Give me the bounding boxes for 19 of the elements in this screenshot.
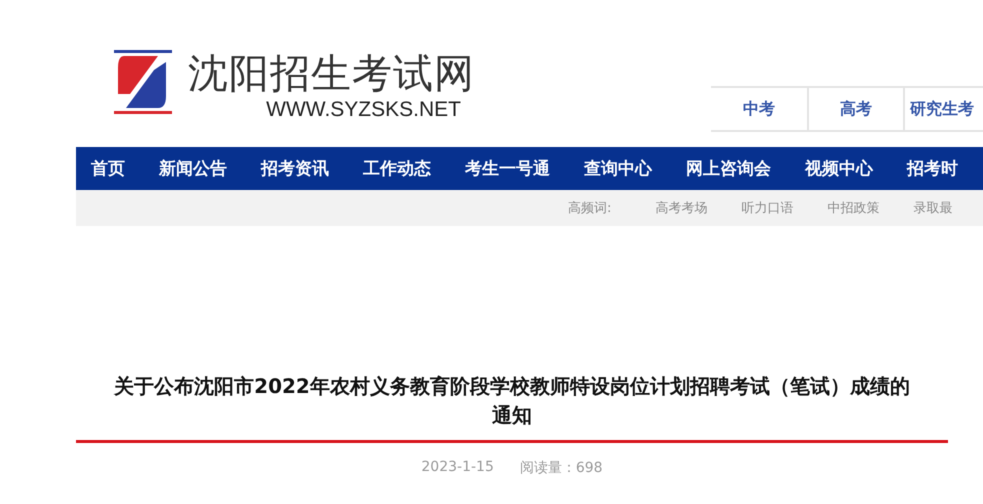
nav-item[interactable]: 考生一号通 — [465, 157, 550, 180]
top-tab[interactable]: 高考 — [807, 88, 903, 130]
nav-item[interactable]: 查询中心 — [584, 157, 652, 180]
article-date: 2023-1-15 — [421, 459, 494, 477]
nav-item[interactable]: 招考时 — [907, 157, 958, 180]
hot-words-label: 高频词: — [568, 200, 612, 217]
article-title: 关于公布沈阳市2022年农村义务教育阶段学校教师特设岗位计划招聘考试（笔试）成绩的通知 — [76, 372, 948, 443]
nav-item[interactable]: 新闻公告 — [159, 157, 227, 180]
view-count: 阅读量：698 — [520, 459, 603, 477]
logo-icon — [114, 50, 172, 114]
site-name: 沈阳招生考试网 — [188, 50, 475, 98]
nav-item[interactable]: 首页 — [91, 157, 125, 180]
site-url: WWW.SYZSKS.NET — [266, 98, 461, 122]
nav-item[interactable]: 网上咨询会 — [686, 157, 771, 180]
top-tab[interactable]: 研究生考 — [903, 88, 983, 130]
nav-item[interactable]: 招考资讯 — [261, 157, 329, 180]
nav-item[interactable]: 工作动态 — [363, 157, 431, 180]
top-tab[interactable]: 中考 — [711, 88, 807, 130]
nav-item[interactable]: 视频中心 — [805, 157, 873, 180]
